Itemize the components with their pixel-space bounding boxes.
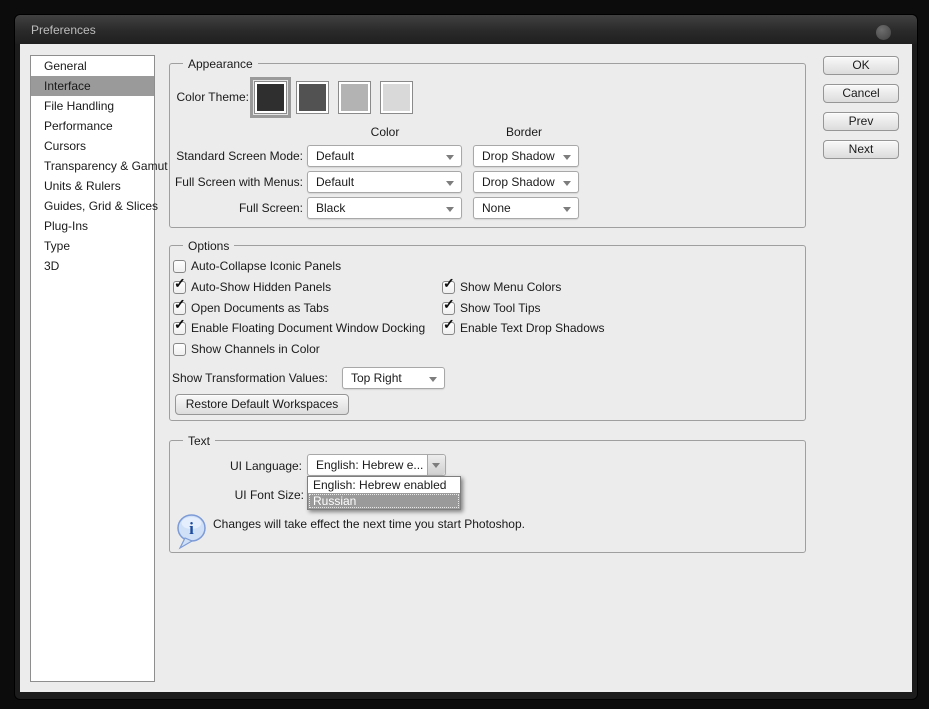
check-icon: ✓ xyxy=(174,297,186,311)
sidebar-item-performance[interactable]: Performance xyxy=(31,116,154,136)
color-theme-label: Color Theme: xyxy=(129,90,249,104)
chevron-down-icon xyxy=(432,463,440,468)
color-theme-swatch-medium-dark[interactable] xyxy=(296,81,329,114)
cancel-button[interactable]: Cancel xyxy=(823,84,899,103)
restore-default-workspaces-button[interactable]: Restore Default Workspaces xyxy=(175,394,349,415)
options-group-title: Options xyxy=(183,239,234,253)
full-screen-menus-border-dropdown[interactable]: Drop Shadow xyxy=(473,171,579,193)
standard-screen-border-dropdown[interactable]: Drop Shadow xyxy=(473,145,579,167)
dropdown-value: Drop Shadow xyxy=(482,149,555,163)
preferences-dialog: Preferences General Interface File Handl… xyxy=(14,14,918,700)
dialog-content: General Interface File Handling Performa… xyxy=(20,44,912,692)
language-option-russian[interactable]: Russian xyxy=(308,493,460,509)
chevron-down-icon xyxy=(563,181,571,186)
check-icon: ✓ xyxy=(443,276,455,290)
language-option-english-hebrew[interactable]: English: Hebrew enabled xyxy=(308,477,460,493)
restart-note: Changes will take effect the next time y… xyxy=(213,517,525,531)
full-screen-color-dropdown[interactable]: Black xyxy=(307,197,462,219)
show-menu-colors-label[interactable]: Show Menu Colors xyxy=(460,280,561,294)
check-icon: ✓ xyxy=(174,276,186,290)
ui-font-size-label: UI Font Size: xyxy=(174,488,304,502)
chevron-down-icon xyxy=(563,155,571,160)
full-screen-menus-color-dropdown[interactable]: Default xyxy=(307,171,462,193)
full-screen-with-menus-label: Full Screen with Menus: xyxy=(123,175,303,189)
ui-language-dropdown[interactable]: English: Hebrew e... xyxy=(307,454,446,476)
close-icon[interactable] xyxy=(876,25,891,40)
swatch-color xyxy=(257,84,284,111)
swatch-color xyxy=(299,84,326,111)
check-icon: ✓ xyxy=(443,297,455,311)
show-tool-tips-checkbox[interactable]: ✓ xyxy=(442,302,455,315)
show-channels-in-color-label[interactable]: Show Channels in Color xyxy=(191,342,320,356)
open-documents-as-tabs-checkbox[interactable]: ✓ xyxy=(173,302,186,315)
chevron-down-icon xyxy=(563,207,571,212)
auto-collapse-iconic-panels-label[interactable]: Auto-Collapse Iconic Panels xyxy=(191,259,341,273)
check-icon: ✓ xyxy=(174,317,186,331)
full-screen-label: Full Screen: xyxy=(123,201,303,215)
auto-show-hidden-panels-checkbox[interactable]: ✓ xyxy=(173,281,186,294)
dropdown-value: Black xyxy=(316,201,345,215)
standard-screen-color-dropdown[interactable]: Default xyxy=(307,145,462,167)
dropdown-value: English: Hebrew e... xyxy=(316,458,423,472)
color-theme-swatch-lightest[interactable] xyxy=(380,81,413,114)
window-title: Preferences xyxy=(31,23,96,37)
standard-screen-mode-label: Standard Screen Mode: xyxy=(123,149,303,163)
dropdown-value: Default xyxy=(316,175,354,189)
dropdown-value: Default xyxy=(316,149,354,163)
enable-floating-document-window-docking-checkbox[interactable]: ✓ xyxy=(173,322,186,335)
swatch-color xyxy=(341,84,368,111)
titlebar[interactable]: Preferences xyxy=(15,15,917,44)
sidebar-item-3d[interactable]: 3D xyxy=(31,256,154,276)
enable-text-drop-shadows-checkbox[interactable]: ✓ xyxy=(442,322,455,335)
auto-collapse-iconic-panels-checkbox[interactable] xyxy=(173,260,186,273)
auto-show-hidden-panels-label[interactable]: Auto-Show Hidden Panels xyxy=(191,280,331,294)
enable-floating-document-window-docking-label[interactable]: Enable Floating Document Window Docking xyxy=(191,321,425,335)
show-transformation-values-dropdown[interactable]: Top Right xyxy=(342,367,445,389)
ui-language-label: UI Language: xyxy=(172,459,302,473)
show-transformation-values-label: Show Transformation Values: xyxy=(172,371,328,385)
sidebar-item-type[interactable]: Type xyxy=(31,236,154,256)
prev-button[interactable]: Prev xyxy=(823,112,899,131)
ui-language-open-list: English: Hebrew enabled Russian xyxy=(307,476,461,510)
appearance-group-title: Appearance xyxy=(183,57,258,71)
show-tool-tips-label[interactable]: Show Tool Tips xyxy=(460,301,541,315)
column-header-color: Color xyxy=(345,125,425,139)
open-documents-as-tabs-label[interactable]: Open Documents as Tabs xyxy=(191,301,329,315)
enable-text-drop-shadows-label[interactable]: Enable Text Drop Shadows xyxy=(460,321,605,335)
swatch-color xyxy=(383,84,410,111)
column-header-border: Border xyxy=(484,125,564,139)
color-theme-swatch-dark[interactable] xyxy=(254,81,287,114)
dropdown-value: Top Right xyxy=(351,371,402,385)
show-menu-colors-checkbox[interactable]: ✓ xyxy=(442,281,455,294)
sidebar-item-general[interactable]: General xyxy=(31,56,154,76)
chevron-down-icon xyxy=(446,207,454,212)
text-group-title: Text xyxy=(183,434,215,448)
next-button[interactable]: Next xyxy=(823,140,899,159)
chevron-down-icon xyxy=(446,155,454,160)
chevron-down-icon xyxy=(446,181,454,186)
chevron-down-icon xyxy=(429,377,437,382)
info-icon: i xyxy=(176,513,207,550)
dropdown-value: Drop Shadow xyxy=(482,175,555,189)
dropdown-arrow-button[interactable] xyxy=(427,455,445,475)
svg-text:i: i xyxy=(189,519,194,538)
sidebar-item-plug-ins[interactable]: Plug-Ins xyxy=(31,216,154,236)
check-icon: ✓ xyxy=(443,317,455,331)
full-screen-border-dropdown[interactable]: None xyxy=(473,197,579,219)
show-channels-in-color-checkbox[interactable] xyxy=(173,343,186,356)
color-theme-swatch-light[interactable] xyxy=(338,81,371,114)
ok-button[interactable]: OK xyxy=(823,56,899,75)
dropdown-value: None xyxy=(482,201,511,215)
